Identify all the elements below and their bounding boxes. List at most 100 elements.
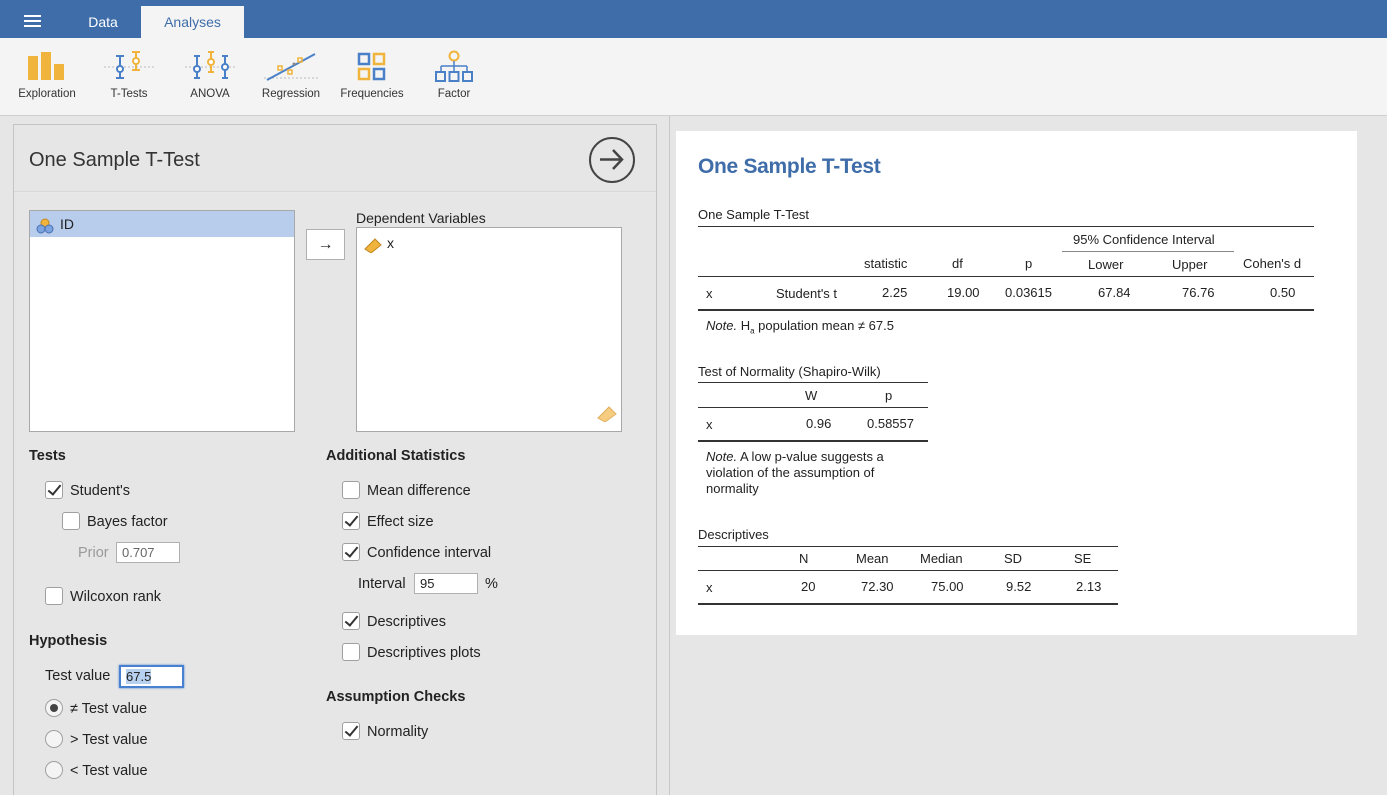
- table-rule: [698, 382, 928, 383]
- col-mean: Mean: [856, 551, 889, 566]
- hypothesis-less-radio[interactable]: [45, 761, 63, 779]
- hypothesis-not-equal-radio[interactable]: [45, 699, 63, 717]
- table-rule: [698, 309, 1314, 311]
- wilcoxon-checkbox[interactable]: [45, 587, 63, 605]
- dependent-variables-label: Dependent Variables: [356, 210, 486, 226]
- interval-label: Interval: [358, 576, 406, 592]
- col-se: SE: [1074, 551, 1092, 566]
- run-arrow-button[interactable]: [589, 137, 635, 183]
- desc-se: 2.13: [1076, 579, 1102, 594]
- regression-label: Regression: [261, 88, 321, 100]
- regression-button[interactable]: Regression: [251, 48, 331, 108]
- prior-input[interactable]: 0.707: [116, 542, 180, 563]
- confidence-interval-checkbox[interactable]: [342, 543, 360, 561]
- table-rule: [698, 226, 1314, 227]
- interval-input[interactable]: 95: [414, 573, 478, 594]
- table-rule: [698, 570, 1118, 571]
- descriptives-checkbox[interactable]: [342, 612, 360, 630]
- descriptives-table-caption: Descriptives: [698, 527, 769, 542]
- note-sub: a: [750, 326, 755, 336]
- t-tests-label: T-Tests: [110, 88, 148, 100]
- ttest-cohens-d: 0.50: [1270, 285, 1296, 300]
- ttest-note: Note. Ha population mean ≠ 67.5: [706, 318, 894, 340]
- normality-checkbox[interactable]: [342, 722, 360, 740]
- ttest-upper: 76.76: [1182, 285, 1215, 300]
- wilcoxon-label: Wilcoxon rank: [70, 589, 162, 605]
- desc-sd: 9.52: [1006, 579, 1032, 594]
- options-divider: [14, 191, 656, 193]
- desc-median: 75.00: [931, 579, 964, 594]
- note-h: H: [740, 318, 751, 333]
- anova-label: ANOVA: [190, 88, 230, 100]
- hypothesis-greater-radio[interactable]: [45, 730, 63, 748]
- ttest-statistic: 2.25: [882, 285, 908, 300]
- nominal-variable-icon: [36, 216, 54, 242]
- available-variables-list[interactable]: ID: [29, 210, 295, 432]
- analyses-ribbon: Exploration T-Tests ANOVA Regression Fre…: [0, 38, 1387, 116]
- ci-header: 95% Confidence Interval: [1073, 232, 1215, 247]
- col-sd: SD: [1004, 551, 1023, 566]
- normality-note: Note. A low p-value suggests a violation…: [706, 449, 884, 497]
- ttest-lower: 67.84: [1098, 285, 1131, 300]
- hypothesis-greater-label: > Test value: [70, 732, 148, 748]
- anova-button[interactable]: ANOVA: [170, 48, 250, 108]
- note-line-1: A low p-value suggests a: [739, 449, 884, 464]
- col-p: p: [885, 388, 893, 403]
- ttest-row-test: Student's t: [776, 286, 838, 301]
- test-value-label: Test value: [45, 668, 111, 684]
- hypothesis-not-equal-label: ≠ Test value: [70, 701, 148, 717]
- factor-button[interactable]: Factor: [414, 48, 494, 108]
- frequencies-button[interactable]: Frequencies: [332, 48, 412, 108]
- options-title: One Sample T-Test: [29, 149, 200, 171]
- descriptives-plots-checkbox[interactable]: [342, 643, 360, 661]
- tab-data[interactable]: Data: [66, 6, 140, 38]
- descriptives-label: Descriptives: [367, 614, 446, 630]
- continuous-variable-icon: [364, 235, 382, 261]
- ttest-table-caption: One Sample T-Test: [698, 207, 810, 222]
- col-median: Median: [920, 551, 963, 566]
- exploration-button[interactable]: Exploration: [7, 48, 87, 108]
- students-label: Student's: [70, 483, 131, 499]
- continuous-type-icon: [597, 404, 617, 427]
- ttest-p: 0.03615: [1005, 285, 1052, 300]
- bayes-factor-checkbox[interactable]: [62, 512, 80, 530]
- variable-item-x[interactable]: x: [357, 230, 621, 256]
- normality-table-caption: Test of Normality (Shapiro-Wilk): [698, 364, 881, 379]
- variable-item-id[interactable]: ID: [30, 211, 294, 237]
- t-tests-icon: [104, 51, 154, 79]
- note-label: Note.: [706, 449, 738, 464]
- results-panel: One Sample T-Test One Sample T-Test 95% …: [676, 131, 1357, 635]
- col-statistic: statistic: [864, 256, 908, 271]
- normality-row-var: x: [706, 417, 713, 432]
- col-lower: Lower: [1088, 257, 1124, 272]
- arrow-right-icon: [600, 149, 624, 170]
- col-p: p: [1025, 256, 1033, 271]
- menu-icon[interactable]: [24, 15, 41, 27]
- results-title: One Sample T-Test: [698, 155, 881, 178]
- desc-row-var: x: [706, 580, 713, 595]
- mean-difference-checkbox[interactable]: [342, 481, 360, 499]
- exploration-label: Exploration: [18, 88, 76, 100]
- col-n: N: [799, 551, 809, 566]
- effect-size-checkbox[interactable]: [342, 512, 360, 530]
- panel-divider[interactable]: [669, 116, 670, 795]
- ttest-row-var: x: [706, 286, 713, 301]
- factor-label: Factor: [437, 88, 471, 100]
- dependent-variables-list[interactable]: x: [356, 227, 622, 432]
- table-rule: [698, 603, 1118, 605]
- normality-label: Normality: [367, 724, 429, 740]
- t-tests-button[interactable]: T-Tests: [89, 48, 169, 108]
- desc-mean: 72.30: [861, 579, 894, 594]
- table-rule: [698, 546, 1118, 547]
- factor-icon: [435, 50, 473, 82]
- confidence-interval-label: Confidence interval: [367, 545, 492, 561]
- tab-analyses[interactable]: Analyses: [141, 6, 244, 38]
- note-line-3: normality: [706, 481, 759, 496]
- note-text: population mean ≠ 67.5: [758, 318, 894, 333]
- move-variable-button[interactable]: →: [306, 229, 345, 260]
- table-rule: [698, 440, 928, 442]
- test-value-input[interactable]: 67.5: [119, 665, 184, 688]
- students-checkbox[interactable]: [45, 481, 63, 499]
- test-value-text: 67.5: [126, 669, 152, 684]
- effect-size-label: Effect size: [367, 514, 434, 530]
